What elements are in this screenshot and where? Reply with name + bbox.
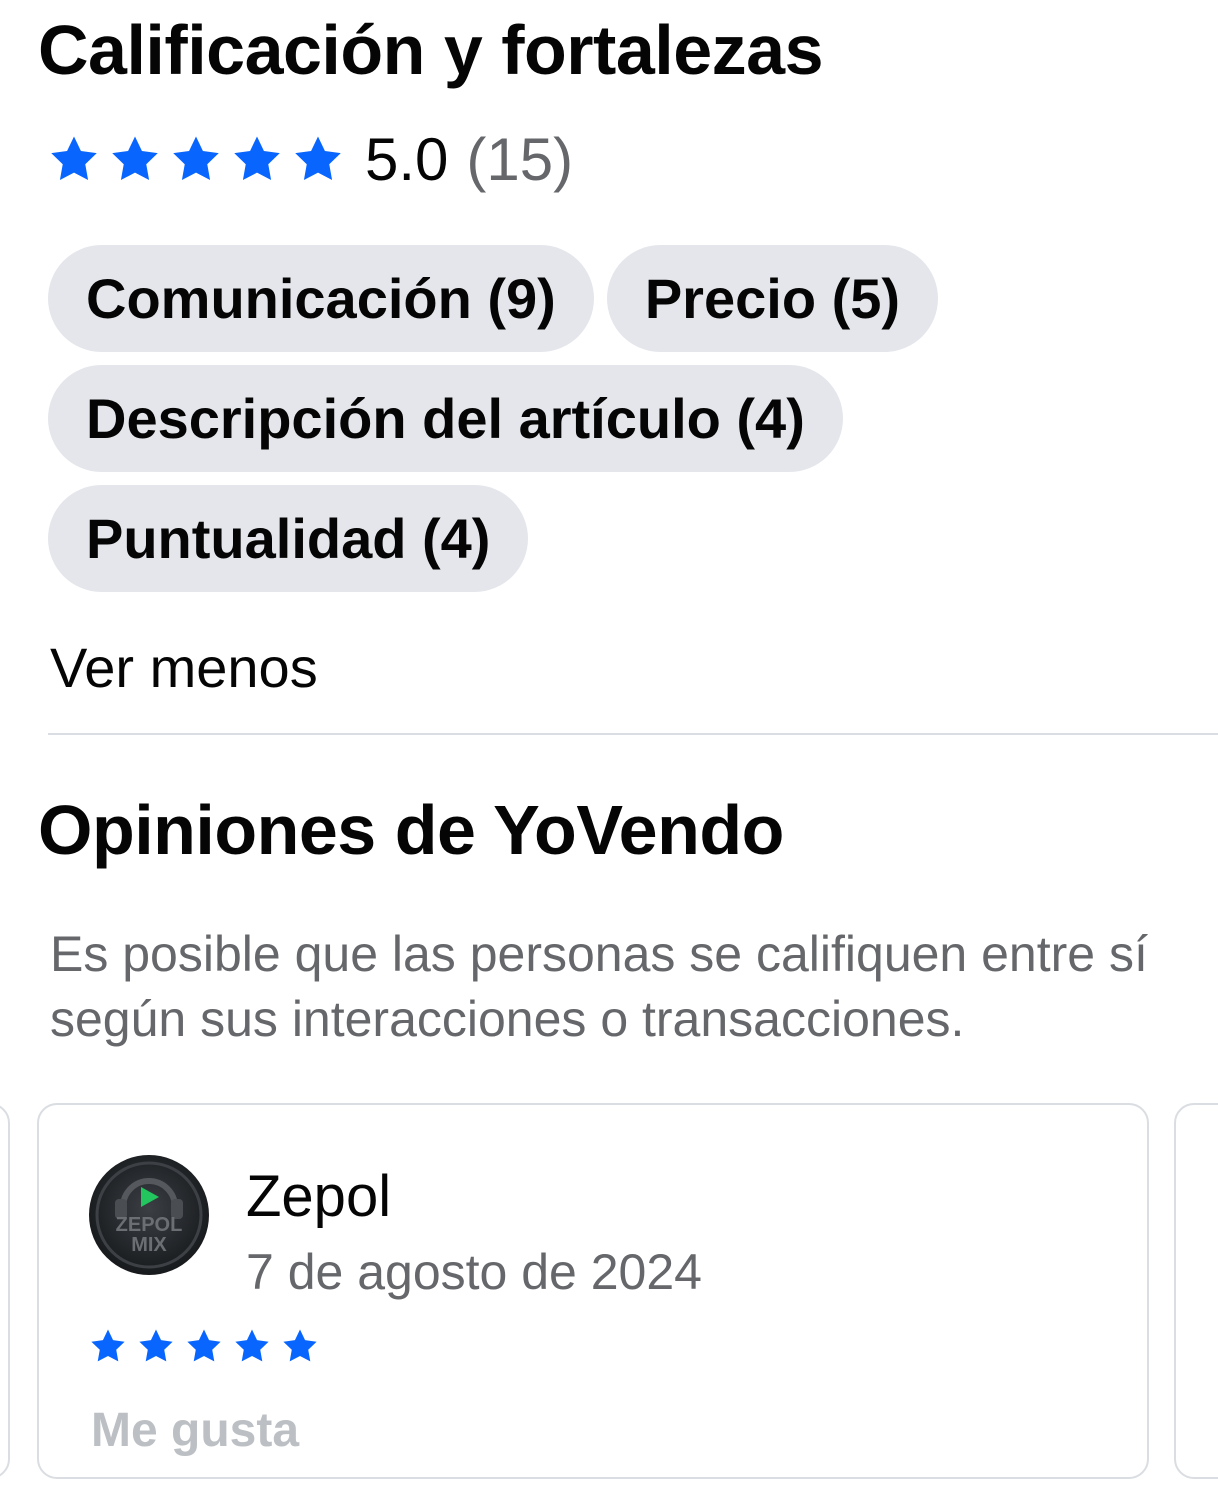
rating-summary: 5.0 (15): [48, 122, 573, 196]
avatar-image: ZEPOL MIX: [95, 1161, 203, 1269]
rating-section-title: Calificación y fortalezas: [38, 11, 824, 89]
star-icon: [139, 1329, 173, 1362]
star-icon: [91, 1329, 125, 1362]
review-stars: [89, 1327, 329, 1365]
next-review-card[interactable]: [1174, 1103, 1218, 1479]
star-icon: [187, 1329, 221, 1362]
star-icon: [283, 1329, 317, 1362]
star-icon: [295, 136, 341, 181]
reviews-description: Es posible que las personas se califique…: [50, 926, 1148, 1047]
star-icon: [235, 1329, 269, 1362]
chip-price[interactable]: Precio (5): [606, 245, 939, 352]
review-card[interactable]: ZEPOL MIX Zepol 7 de agosto de 2024 Me g…: [37, 1103, 1149, 1479]
chip-punctuality[interactable]: Puntualidad (4): [48, 485, 529, 592]
previous-review-card[interactable]: [0, 1103, 10, 1479]
reviews-section-title: Opiniones de YoVendo: [38, 791, 784, 869]
chip-item-description[interactable]: Descripción del artículo (4): [48, 365, 843, 472]
star-icon: [234, 136, 280, 181]
strength-chips: Comunicación (9) Precio (5) Descripción …: [48, 245, 1098, 605]
chip-communication[interactable]: Comunicación (9): [48, 245, 594, 352]
rating-average: 5.0: [365, 125, 449, 193]
review-date: 7 de agosto de 2024: [246, 1244, 702, 1300]
avatar-text-line-1: ZEPOL: [116, 1214, 183, 1236]
section-divider: [48, 733, 1218, 735]
avatar[interactable]: ZEPOL MIX: [89, 1155, 209, 1275]
star-icon: [112, 136, 158, 181]
rating-count: (15): [466, 125, 574, 193]
star-icon: [173, 136, 219, 181]
avatar-text-line-2: MIX: [131, 1234, 167, 1256]
reviewer-name[interactable]: Zepol: [246, 1163, 391, 1230]
rating-stars: [48, 133, 353, 185]
like-button[interactable]: Me gusta: [91, 1403, 299, 1458]
see-less-link[interactable]: Ver menos: [50, 635, 318, 700]
star-icon: [51, 136, 97, 181]
